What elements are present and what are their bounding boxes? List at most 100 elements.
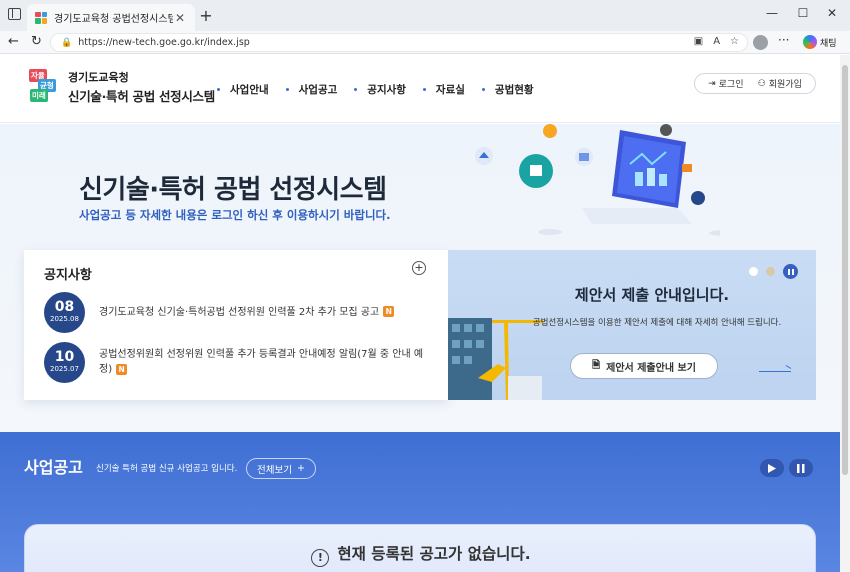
logo-icon[interactable]: 자율 균형 미래 [29, 69, 61, 102]
copilot-button[interactable]: 채팅 [803, 35, 837, 49]
hero-subtitle: 사업공고 등 자세한 내용은 로그인 하신 후 이용하시기 바랍니다. [79, 208, 391, 222]
banner-pagination [749, 264, 798, 279]
business-title: 사업공고 [24, 458, 83, 477]
notice-item[interactable]: 10 2025.07 공법선정위원회 선정위원 인력풀 추가 등록결과 안내예정… [44, 340, 434, 384]
business-description: 신기술 특허 공법 신규 사업공고 입니다. [96, 464, 238, 474]
minimize-button[interactable]: — [762, 6, 782, 20]
document-icon: 🗎 [592, 359, 601, 371]
login-label: 로그인 [718, 80, 744, 90]
notice-card: 공지사항 + 08 2025.08 경기도교육청 신기술·특허공법 선정위원 인… [24, 250, 448, 400]
maximize-button[interactable]: ☐ [793, 6, 813, 20]
date-badge: 10 2025.07 [44, 341, 85, 383]
business-announcements-section: 사업공고 신기술 특허 공법 신규 사업공고 입니다. 전체보기 + ! 현재 등… [0, 432, 840, 572]
nav-dot-icon [285, 88, 289, 91]
date-day: 10 [54, 349, 75, 365]
notice-item-title: 공법선정위원회 선정위원 인력풀 추가 등록결과 안내예정 알림(7월 중 안내… [99, 349, 424, 375]
url-actions: ▣ A ☆ [694, 36, 739, 47]
copilot-icon [803, 35, 817, 49]
nav-label: 사업공고 [298, 84, 338, 96]
new-tab-button[interactable]: + [198, 6, 214, 25]
notice-item-text: 공법선정위원회 선정위원 인력풀 추가 등록결과 안내예정 알림(7월 중 안내… [99, 347, 434, 377]
proposal-guide-button[interactable]: 🗎 제안서 제출안내 보기 [570, 353, 718, 379]
page-scrollbar[interactable] [840, 55, 850, 572]
empty-message: ! 현재 등록된 공고가 없습니다. [25, 542, 817, 567]
browser-tabstrip: 경기도교육청 공법선정시스템 ✕ + — ☐ ✕ [0, 0, 850, 31]
proposal-banner: 제안서 제출 안내입니다. 공법선정시스템을 이용한 제안서 제출에 대해 자세… [448, 250, 816, 400]
pause-icon [797, 463, 805, 473]
empty-message-text: 현재 등록된 공고가 없습니다. [337, 545, 531, 563]
url-text: https://new-tech.goe.go.kr/index.jsp [78, 37, 250, 48]
date-year-month: 2025.08 [50, 315, 79, 323]
nav-dot-icon [481, 88, 485, 91]
laptop-illustration-icon [475, 124, 720, 236]
nav-item-business-info[interactable]: 사업안내 [217, 82, 269, 97]
banner-dot-active[interactable] [749, 267, 758, 276]
copilot-label: 채팅 [820, 38, 837, 49]
read-aloud-icon[interactable]: A [713, 36, 720, 47]
page-viewport: 자율 균형 미래 경기도교육청 신기술·특허 공법 선정시스템 사업안내 사업공… [0, 55, 850, 572]
nav-item-archive[interactable]: 자료실 [422, 82, 465, 97]
user-icon: ⚇ [757, 78, 766, 89]
nav-item-method-status[interactable]: 공법현황 [481, 82, 534, 97]
reload-icon[interactable]: ↻ [31, 34, 42, 49]
date-year-month: 2025.07 [50, 365, 79, 373]
date-day: 08 [54, 299, 75, 315]
nav-item-notices[interactable]: 공지사항 [354, 82, 406, 97]
pause-button[interactable] [789, 459, 813, 477]
plus-icon: + [296, 463, 305, 474]
nav-label: 사업안내 [230, 84, 269, 96]
nav-dot-icon [217, 88, 220, 91]
nav-label: 공법현황 [494, 84, 534, 96]
banner-pause-icon[interactable] [783, 264, 798, 279]
profile-avatar[interactable] [753, 35, 768, 50]
date-badge: 08 2025.08 [44, 291, 85, 333]
system-name[interactable]: 신기술·특허 공법 선정시스템 [68, 86, 215, 105]
auth-buttons: ⇥ 로그인 ⚇ 회원가입 [694, 73, 816, 94]
notice-title: 공지사항 [44, 268, 92, 283]
lock-icon: 🔒 [61, 37, 73, 48]
address-bar: ← ↻ 🔒 https://new-tech.goe.go.kr/index.j… [0, 31, 850, 54]
nav-dot-icon [354, 88, 358, 91]
tab-close-icon[interactable]: ✕ [173, 11, 187, 25]
notice-item-text: 경기도교육청 신기술·특허공법 선정위원 인력풀 2차 추가 모집 공고 N [99, 305, 395, 320]
signup-label: 회원가입 [768, 80, 802, 90]
proposal-guide-label: 제안서 제출안내 보기 [606, 362, 696, 374]
new-badge: N [116, 363, 128, 375]
construction-illustration-icon [448, 318, 543, 400]
login-icon: ⇥ [708, 78, 716, 89]
more-menu-icon[interactable]: ··· [778, 33, 789, 47]
arrow-right-icon[interactable] [759, 371, 791, 372]
nav-label: 자료실 [435, 84, 465, 96]
url-field[interactable]: 🔒 https://new-tech.goe.go.kr/index.jsp ▣… [50, 33, 748, 52]
notice-item-title: 경기도교육청 신기술·특허공법 선정위원 인력풀 2차 추가 모집 공고 [99, 306, 380, 318]
view-all-button[interactable]: 전체보기 + [246, 458, 316, 479]
nav-label: 공지사항 [367, 84, 406, 96]
favorite-star-icon[interactable]: ☆ [730, 36, 739, 47]
logo-badge: 미래 [30, 89, 48, 102]
sidebar-toggle-icon[interactable] [8, 8, 21, 20]
screen-share-icon[interactable]: ▣ [694, 36, 703, 47]
main-nav: 사업안내 사업공고 공지사항 자료실 공법현황 [217, 82, 551, 97]
new-badge: N [383, 306, 395, 317]
warning-icon: ! [311, 549, 330, 567]
empty-announcements-box: ! 현재 등록된 공고가 없습니다. [24, 524, 816, 572]
play-icon [768, 463, 776, 473]
close-window-button[interactable]: ✕ [822, 6, 842, 20]
org-name[interactable]: 경기도교육청 [68, 69, 129, 85]
browser-tab[interactable]: 경기도교육청 공법선정시스템 ✕ [27, 4, 195, 31]
scrollbar-thumb[interactable] [842, 65, 848, 475]
tab-title: 경기도교육청 공법선정시스템 [54, 14, 173, 25]
signup-button[interactable]: ⚇ 회원가입 [757, 77, 802, 91]
nav-dot-icon [422, 88, 426, 91]
site-header: 자율 균형 미래 경기도교육청 신기술·특허 공법 선정시스템 사업안내 사업공… [0, 55, 840, 123]
back-icon[interactable]: ← [8, 34, 19, 49]
login-button[interactable]: ⇥ 로그인 [708, 77, 744, 91]
notice-item[interactable]: 08 2025.08 경기도교육청 신기술·특허공법 선정위원 인력풀 2차 추… [44, 290, 434, 334]
view-all-label: 전체보기 [257, 464, 292, 476]
banner-description: 공법선정시스템을 이용한 제안서 제출에 대해 자세히 안내해 드립니다. [532, 318, 782, 328]
banner-dot[interactable] [766, 267, 775, 276]
play-button[interactable] [760, 459, 784, 477]
nav-item-announcements[interactable]: 사업공고 [285, 82, 338, 97]
notice-more-icon[interactable]: + [412, 261, 426, 275]
banner-title: 제안서 제출 안내입니다. [574, 286, 730, 304]
